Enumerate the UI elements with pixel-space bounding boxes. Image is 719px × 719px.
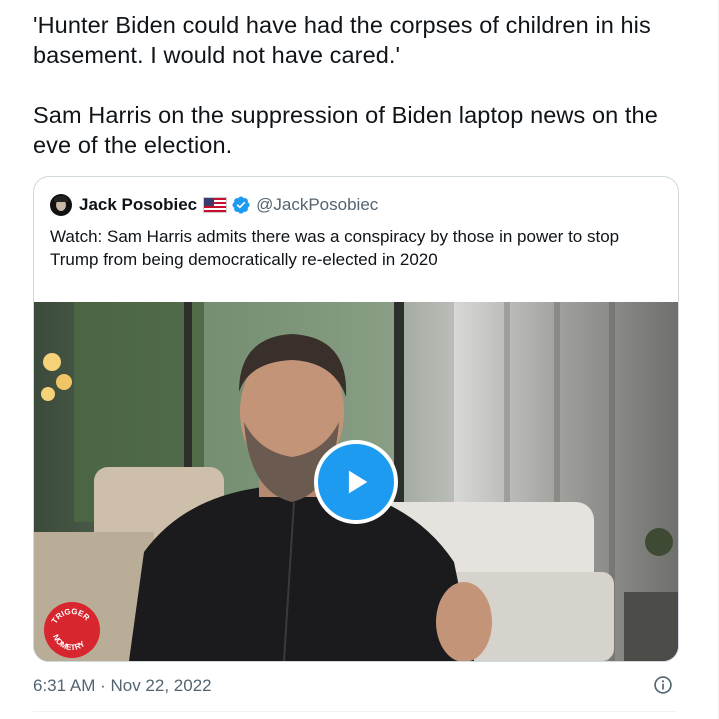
play-button[interactable]: [314, 440, 398, 524]
quoted-tweet-text: Watch: Sam Harris admits there was a con…: [50, 227, 620, 269]
quoted-author-handle[interactable]: @JackPosobiec: [256, 195, 378, 215]
tweet-text: 'Hunter Biden could have had the corpses…: [33, 10, 683, 160]
divider: [33, 711, 677, 712]
verified-badge-icon: [232, 196, 250, 214]
video-thumbnail[interactable]: TRIGGER NOMETRY: [34, 302, 678, 661]
info-icon[interactable]: [653, 675, 673, 695]
tweet-paragraph: Sam Harris on the suppression of Biden l…: [33, 102, 658, 158]
tweet-paragraph: 'Hunter Biden could have had the corpses…: [33, 12, 651, 68]
play-icon: [348, 470, 368, 494]
quoted-tweet-header: Jack Posobiec @JackPosobiec: [50, 193, 378, 217]
quoted-tweet-card[interactable]: Jack Posobiec @JackPosobiec Watch: Sam H…: [33, 176, 679, 662]
svg-text:NOMETRY: NOMETRY: [51, 633, 87, 652]
svg-text:TRIGGER: TRIGGER: [50, 607, 92, 625]
us-flag-icon: [203, 197, 228, 213]
avatar[interactable]: [50, 194, 72, 216]
tweet-timestamp[interactable]: 6:31 AM · Nov 22, 2022: [33, 676, 212, 696]
trigger-nometry-watermark: TRIGGER NOMETRY: [44, 602, 100, 658]
quoted-author-name[interactable]: Jack Posobiec: [79, 195, 197, 215]
